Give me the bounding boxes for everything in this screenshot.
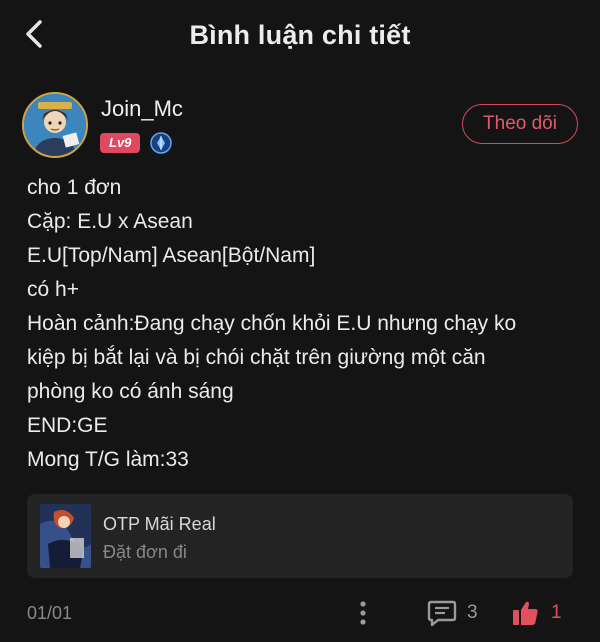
comment-detail-screen: Bình luận chi tiết Join_Mc Lv9 Theo dõi …: [0, 0, 600, 642]
comment-line: END:GE: [27, 414, 108, 437]
comment-line: có h+: [27, 278, 79, 301]
page-title: Bình luận chi tiết: [189, 20, 411, 50]
comment-line: phòng ko có ánh sáng: [27, 380, 234, 403]
more-button[interactable]: [353, 598, 373, 628]
comment-body: cho 1 đơn Cặp: E.U x Asean E.U[Top/Nam] …: [27, 171, 578, 477]
reply-title: OTP Mãi Real: [103, 514, 216, 534]
avatar[interactable]: [22, 92, 88, 158]
thumbs-up-icon: [513, 601, 538, 625]
footer-bar: 01/01 3 1: [27, 596, 578, 632]
like-count: 1: [551, 602, 562, 623]
comment-line: Cặp: E.U x Asean: [27, 210, 193, 233]
verified-badge-icon: [150, 132, 173, 154]
comment-count: 3: [467, 602, 478, 623]
badge-row: Lv9: [100, 132, 173, 154]
username[interactable]: Join_Mc: [101, 96, 183, 122]
comment-button[interactable]: 3: [427, 598, 478, 628]
comment-line: kiệp bị bắt lại và bị chói chặt trên giư…: [27, 346, 486, 369]
more-vertical-icon: [360, 601, 366, 625]
reply-thumbnail: [40, 504, 91, 568]
follow-button[interactable]: Theo dõi: [462, 104, 578, 144]
comment-line: cho 1 đơn: [27, 176, 122, 199]
header: Bình luận chi tiết: [0, 0, 600, 72]
comment-icon: [427, 600, 457, 627]
reply-card[interactable]: OTP Mãi Real Đặt đơn đi: [27, 494, 573, 578]
reply-subtitle: Đặt đơn đi: [103, 542, 187, 562]
level-badge: Lv9: [100, 133, 141, 153]
avatar-image: [24, 94, 86, 156]
comment-line: Mong T/G làm:33: [27, 448, 189, 471]
page-indicator: 01/01: [27, 603, 73, 623]
comment-line: Hoàn cảnh:Đang chạy chốn khỏi E.U nhưng …: [27, 312, 517, 335]
comment-line: E.U[Top/Nam] Asean[Bột/Nam]: [27, 244, 316, 267]
author-row: Join_Mc Lv9 Theo dõi: [22, 92, 578, 162]
like-button[interactable]: 1: [511, 598, 562, 628]
